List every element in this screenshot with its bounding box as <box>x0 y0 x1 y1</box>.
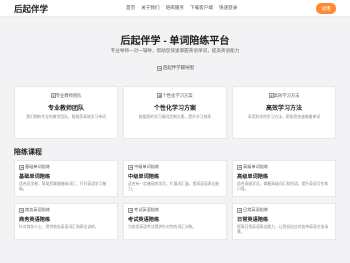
broken-image-icon <box>50 93 56 99</box>
course-image: 基础单词陪练 <box>19 164 113 170</box>
course-title: 基础单词陪练 <box>19 174 51 180</box>
course-image: 中级单词陪练 <box>128 164 222 170</box>
nav-services[interactable]: 陪练服务 <box>166 5 184 11</box>
course-title: 商务英语陪练 <box>19 217 51 223</box>
feature-image: 个性化学习方案 <box>145 93 205 99</box>
hero-subtitle: 专业导师一对一辅导，帮助您快速掌握英语单词，提高英语能力 <box>110 48 240 53</box>
course-image: 日常英语陪练 <box>237 207 331 213</box>
feature-desc: 采用科学的学习方法，帮助您快速掌握单词 <box>247 115 321 120</box>
course-card[interactable]: 中级单词陪练 中级单词陪练 适合有一定基础的学员，扩展词汇量，提高英语表达能力。 <box>123 160 227 197</box>
broken-image-icon <box>128 207 133 213</box>
course-title: 高级单词陪练 <box>237 174 269 180</box>
feature-title: 个性化学习方案 <box>153 106 196 113</box>
broken-image-icon <box>128 164 133 170</box>
course-card[interactable]: 日常英语陪练 日常英语陪练 提高日常英语表达能力，让您轻松应对各种英语交流场景。 <box>232 203 336 240</box>
course-image-alt: 日常英语陪练 <box>243 207 269 212</box>
course-desc: 适合有一定基础的学员，扩展词汇量，提高英语表达能力。 <box>128 182 220 191</box>
nav-login[interactable]: 快速登录 <box>219 5 237 11</box>
feature-image-alt: 高效学习方法 <box>273 93 300 98</box>
course-image-alt: 商务英语陪练 <box>25 207 51 212</box>
feature-title: 高效学习方法 <box>265 106 302 113</box>
broken-image-icon <box>268 93 274 99</box>
course-card[interactable]: 考试英语陪练 考试英语陪练 为各类英语考试提供针对性的词汇训练。 <box>123 203 227 240</box>
feature-desc: 我们拥有专业的教学团队，帮助您高效学习单词 <box>26 115 106 120</box>
course-image: 考试英语陪练 <box>128 207 222 213</box>
course-image: 商务英语陪练 <box>19 207 113 213</box>
broken-image-icon <box>19 207 24 213</box>
course-card[interactable]: 高级单词陪练 高级单词陪练 适合高级学员，掌握高级词汇和短语，提升英语写作和口语… <box>232 160 336 197</box>
course-desc: 适合高级学员，掌握高级词汇和短语，提升英语写作和口语。 <box>237 182 329 191</box>
hero-image: 后起伴学辅导图 <box>157 65 194 71</box>
nav-home[interactable]: 首页 <box>126 5 135 11</box>
feature-card: 专业教师团队 专业教师团队 我们拥有专业的教学团队，帮助您高效学习单词 <box>14 86 118 139</box>
broken-image-icon <box>157 93 163 99</box>
nav-download[interactable]: 下载客户端 <box>190 5 213 11</box>
broken-image-icon <box>237 207 242 213</box>
course-title: 中级单词陪练 <box>128 174 160 180</box>
course-image-alt: 基础单词陪练 <box>25 164 51 169</box>
main-nav: 首页 关于我们 陪练服务 下载客户端 快速登录 <box>126 5 237 11</box>
header: 后起伴学 首页 关于我们 陪练服务 下载客户端 快速登录 试用 <box>0 0 350 17</box>
course-desc: 针对商务人士，提供商务英语词汇和表达训练。 <box>19 225 99 229</box>
logo[interactable]: 后起伴学 <box>14 3 48 15</box>
broken-image-icon <box>237 164 242 170</box>
hero-section: 后起伴学 - 单词陪练平台 专业导师一对一辅导，帮助您快速掌握英语单词，提高英语… <box>0 17 350 83</box>
course-title: 日常英语陪练 <box>237 217 269 223</box>
trial-button[interactable]: 试用 <box>316 3 336 14</box>
section-title: 陪练课程 <box>14 149 42 156</box>
course-card[interactable]: 基础单词陪练 基础单词陪练 适合初学者，帮助您掌握基础词汇，打好英语学习基础。 <box>14 160 118 197</box>
course-title: 考试英语陪练 <box>128 217 160 223</box>
nav-about[interactable]: 关于我们 <box>141 5 159 11</box>
feature-desc: 根据您的学习情况定制方案，提升学习效率 <box>138 115 212 120</box>
feature-image-alt: 个性化学习方案 <box>162 93 193 98</box>
feature-title: 专业教师团队 <box>47 106 84 113</box>
course-card[interactable]: 商务英语陪练 商务英语陪练 针对商务人士，提供商务英语词汇和表达训练。 <box>14 203 118 240</box>
broken-image-icon <box>157 65 162 71</box>
feature-card: 高效学习方法 高效学习方法 采用科学的学习方法，帮助您快速掌握单词 <box>232 86 336 139</box>
hero-title: 后起伴学 - 单词陪练平台 <box>120 36 230 47</box>
feature-image: 高效学习方法 <box>254 93 314 99</box>
course-desc: 适合初学者，帮助您掌握基础词汇，打好英语学习基础。 <box>19 182 107 191</box>
course-image-alt: 考试英语陪练 <box>134 207 160 212</box>
feature-card: 个性化学习方案 个性化学习方案 根据您的学习情况定制方案，提升学习效率 <box>123 86 227 139</box>
feature-image: 专业教师团队 <box>36 93 96 99</box>
feature-image-alt: 专业教师团队 <box>55 93 82 98</box>
course-desc: 提高日常英语表达能力，让您轻松应对各种英语交流场景。 <box>237 225 329 234</box>
course-image: 高级单词陪练 <box>237 164 331 170</box>
course-desc: 为各类英语考试提供针对性的词汇训练。 <box>128 225 197 229</box>
broken-image-icon <box>19 164 24 170</box>
hero-image-alt: 后起伴学辅导图 <box>163 65 194 70</box>
course-image-alt: 高级单词陪练 <box>243 164 269 169</box>
course-image-alt: 中级单词陪练 <box>134 164 160 169</box>
